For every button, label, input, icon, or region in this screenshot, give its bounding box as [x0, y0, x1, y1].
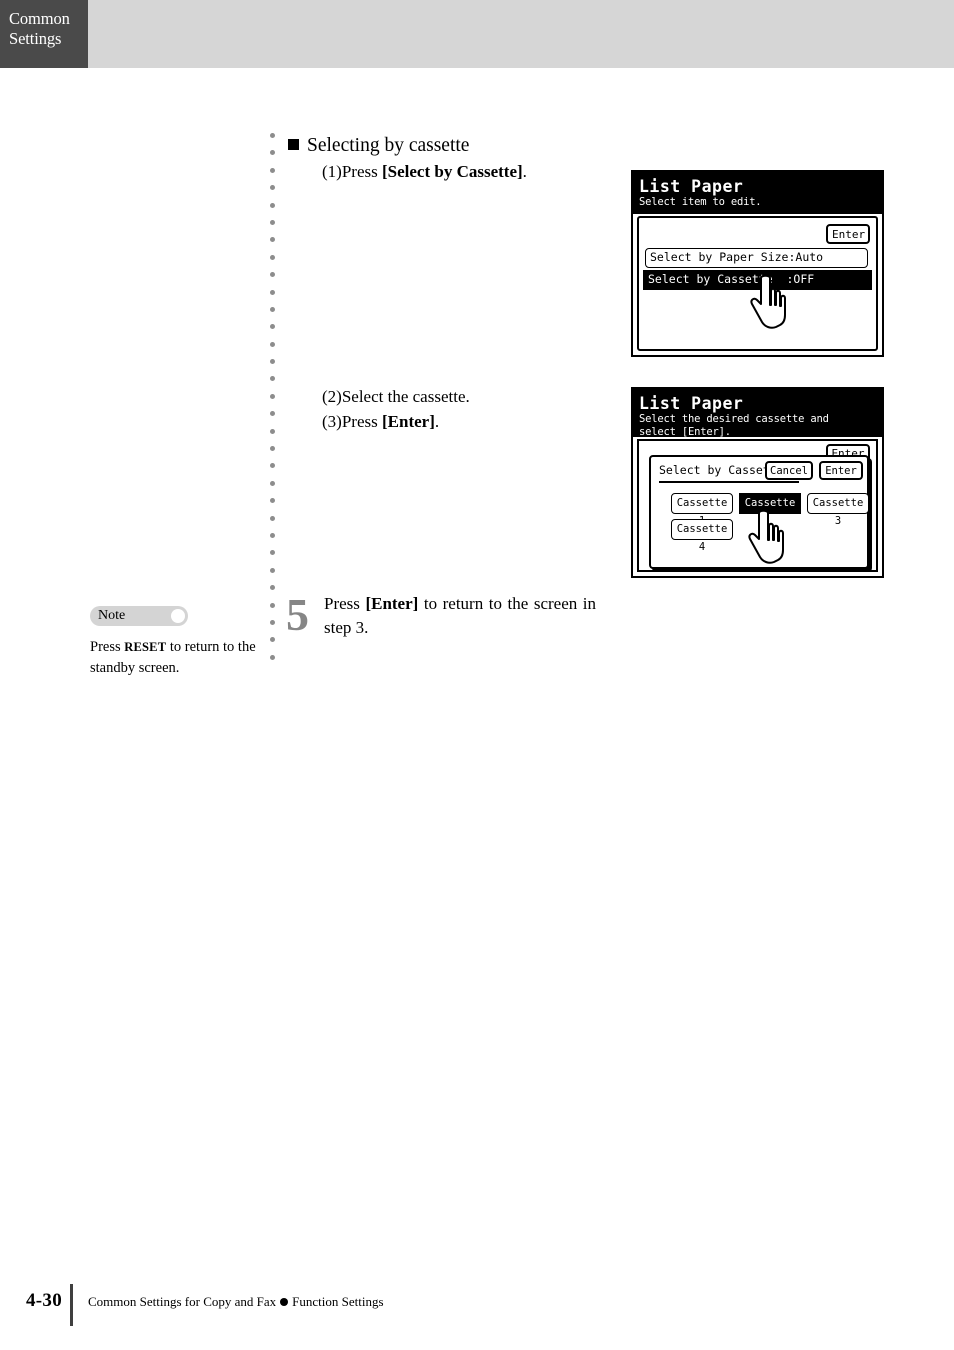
rule-dot [270, 498, 275, 504]
substep-3: (3)Press [Enter]. [288, 409, 618, 434]
substep-1: (1)Press [Select by Cassette]. [288, 159, 618, 184]
rule-dot [270, 219, 275, 225]
page-number: 4-30 [26, 1290, 63, 1311]
step-5-text: Press [Enter] to return to the screen in… [324, 592, 596, 640]
lcd1-enter-button[interactable]: Enter [826, 224, 870, 244]
rule-dot [270, 654, 275, 660]
substep-2-text: Select the cassette. [341, 387, 470, 406]
rule-dot [270, 306, 275, 312]
rule-dot [270, 463, 275, 469]
rule-dot [270, 446, 275, 452]
layout-spacer [288, 184, 618, 384]
step-5-post: to return to the [418, 594, 529, 613]
step-5-pre: Press [324, 594, 366, 613]
note-knob-icon [171, 609, 185, 623]
cassette-2-button[interactable]: Cassette 2 [739, 493, 801, 527]
rule-dot [270, 254, 275, 260]
note-label-pill: Note [90, 606, 188, 626]
rule-dot [270, 480, 275, 486]
rule-dot [270, 515, 275, 521]
substep-2: (2)Select the cassette. [288, 384, 618, 409]
substep-2-number: (2) [322, 387, 342, 406]
rule-dot [270, 133, 275, 138]
substep-3-number: (3) [322, 412, 342, 431]
square-bullet-icon [288, 139, 299, 150]
rule-dot [270, 393, 275, 399]
rule-dot [270, 202, 275, 208]
rule-dot [270, 237, 275, 243]
note-key-reset: RESET [124, 640, 167, 654]
substep-1-bold: [Select by Cassette] [381, 162, 523, 181]
cassette-1-button[interactable]: Cassette 1 [671, 493, 733, 527]
lcd1-subtitle: Select item to edit. [639, 196, 762, 208]
rule-dot [270, 272, 275, 278]
lcd1-title-bar: List Paper Select item to edit. [633, 172, 882, 214]
rule-dot [270, 428, 275, 434]
step-5-block: 5 Press [Enter] to return to the screen … [286, 592, 606, 640]
substep-3-tail: . [434, 412, 440, 431]
section-heading: Selecting by cassette [288, 133, 618, 159]
rule-dot [270, 602, 275, 608]
rule-dot [270, 150, 275, 156]
rule-dot [270, 376, 275, 382]
rule-dot [270, 359, 275, 365]
rule-dot [270, 619, 275, 625]
substep-1-text: Press [341, 162, 382, 181]
chapter-tab-line1: Common [9, 9, 70, 28]
rule-dot [270, 185, 275, 191]
dialog-enter-button[interactable]: Enter [819, 461, 863, 480]
rule-dot [270, 324, 275, 330]
lcd2-content-frame: Enter Select by Cassette Cancel Enter Ca… [637, 439, 878, 572]
note-block: Note Press RESET to return to the standb… [90, 606, 262, 679]
footer-text-left: Common Settings for Copy and Fax [88, 1294, 277, 1309]
substep-3-text: Press [341, 412, 382, 431]
rule-dot [270, 167, 275, 173]
lcd1-list-row-select-by-cassette[interactable]: Select by Cassette :OFF [643, 270, 872, 290]
step-5-bold: [Enter] [365, 594, 419, 613]
dialog-cancel-button[interactable]: Cancel [765, 461, 813, 480]
rule-dot [270, 585, 275, 591]
footer-text: Common Settings for Copy and Fax Function… [88, 1294, 384, 1310]
rule-dot [270, 550, 275, 556]
lcd2-subtitle: Select the desired cassette and select [… [639, 413, 829, 438]
footer-dot-icon [280, 1298, 289, 1306]
rule-dot [270, 411, 275, 417]
rule-dot [270, 289, 275, 295]
lcd-screenshot-2: List Paper Select the desired cassette a… [631, 387, 884, 578]
dotted-vertical-rule [270, 133, 276, 673]
cassette-4-button[interactable]: Cassette 4 [671, 519, 733, 553]
lcd1-content-frame: Enter Select by Paper Size:Auto Select b… [637, 216, 878, 351]
note-body: Press RESET to return to the standby scr… [90, 637, 258, 679]
lcd-screenshot-1: List Paper Select item to edit. Enter Se… [631, 170, 884, 357]
note-body-pre: Press [90, 639, 125, 655]
chapter-tab: Common Settings [0, 0, 88, 68]
lcd2-title-bar: List Paper Select the desired cassette a… [633, 389, 882, 438]
page-header-band: Common Settings [0, 0, 954, 68]
chapter-tab-line2: Settings [9, 29, 62, 48]
lcd1-list-row-paper-size[interactable]: Select by Paper Size:Auto [645, 248, 868, 268]
cassette-3-button[interactable]: Cassette 3 [807, 493, 869, 527]
lcd2-title: List Paper [639, 394, 744, 413]
instruction-column: Selecting by cassette (1)Press [Select b… [288, 133, 618, 434]
lcd1-title: List Paper [639, 177, 744, 196]
footer-text-right: Function Settings [292, 1294, 384, 1309]
note-label: Note [98, 608, 126, 623]
step-5-number: 5 [286, 589, 309, 640]
rule-dot [270, 532, 275, 538]
rule-dot [270, 341, 275, 347]
section-heading-label: Selecting by cassette [307, 135, 470, 156]
footer-divider [70, 1284, 73, 1326]
rule-dot [270, 567, 275, 573]
substep-3-bold: [Enter] [381, 412, 435, 431]
substep-1-number: (1) [322, 162, 342, 181]
dialog-title-underline [659, 481, 799, 483]
substep-1-tail: . [522, 162, 527, 181]
rule-dot [270, 637, 275, 643]
select-by-cassette-dialog: Select by Cassette Cancel Enter Cassette… [649, 455, 869, 569]
page-footer: 4-30 Common Settings for Copy and Fax Fun… [0, 1284, 954, 1328]
